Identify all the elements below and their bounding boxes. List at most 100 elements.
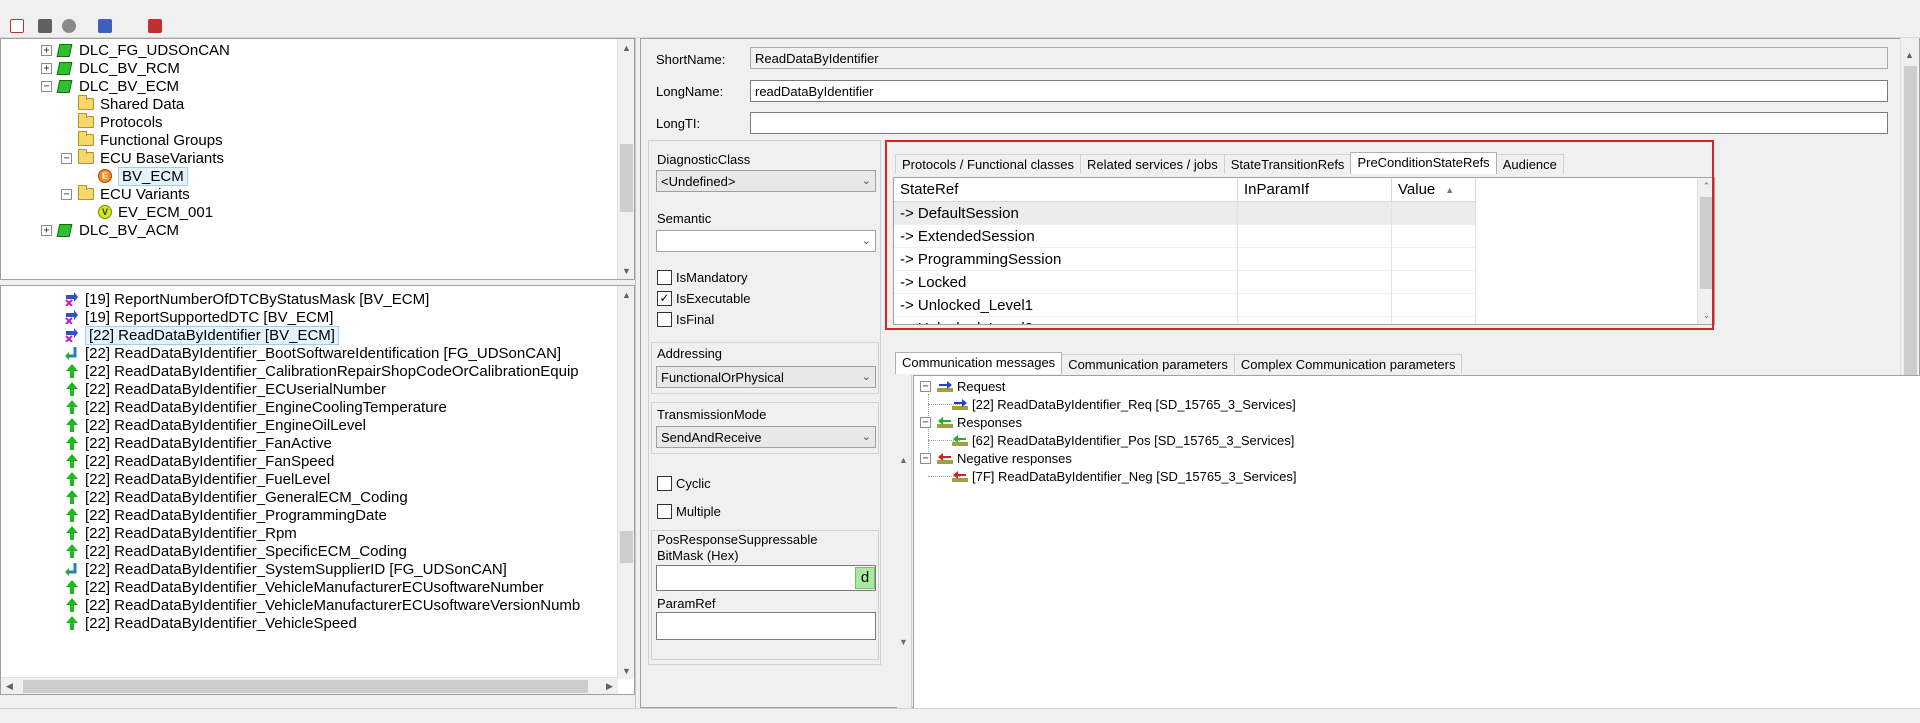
diagnostic-class-dropdown[interactable]: <Undefined> ⌄ bbox=[656, 170, 876, 192]
comm-splitter[interactable]: ▲ ▼ bbox=[897, 375, 912, 710]
checkbox-box[interactable] bbox=[657, 504, 672, 519]
table-cell[interactable]: -> ExtendedSession bbox=[894, 225, 1238, 248]
table-row[interactable]: -> DefaultSession bbox=[894, 202, 1476, 225]
table-cell[interactable] bbox=[1238, 202, 1392, 225]
table-row[interactable]: -> ProgrammingSession bbox=[894, 248, 1476, 271]
expand-toggle[interactable]: + bbox=[41, 224, 52, 236]
tab-audience[interactable]: Audience bbox=[1495, 154, 1564, 174]
table-cell[interactable] bbox=[1238, 248, 1392, 271]
is-final-checkbox[interactable]: IsFinal bbox=[657, 312, 714, 327]
database-icon[interactable] bbox=[60, 18, 78, 34]
tab-protocols-functional-classes[interactable]: Protocols / Functional classes bbox=[895, 154, 1081, 174]
column-header-stateref[interactable]: StateRef bbox=[894, 178, 1238, 202]
tab-related-services-jobs[interactable]: Related services / jobs bbox=[1079, 154, 1225, 174]
short-name-field[interactable]: ReadDataByIdentifier bbox=[750, 47, 1888, 69]
tab-statetransitionrefs[interactable]: StateTransitionRefs bbox=[1223, 154, 1352, 174]
transmission-mode-dropdown[interactable]: SendAndReceive ⌄ bbox=[656, 426, 876, 448]
odx-export-icon[interactable] bbox=[96, 18, 114, 34]
response-message-item[interactable]: [62] ReadDataByIdentifier_Pos [SD_15765_… bbox=[952, 431, 1294, 449]
table-cell[interactable]: -> Locked bbox=[894, 271, 1238, 294]
long-ti-field[interactable] bbox=[750, 112, 1888, 134]
request-message-item[interactable]: [22] ReadDataByIdentifier_Req [SD_15765_… bbox=[952, 395, 1296, 413]
service-list-hscrollbar-thumb[interactable] bbox=[23, 680, 588, 693]
list-item[interactable]: [22] ReadDataByIdentifier_VehicleSpeed bbox=[65, 612, 357, 634]
grid-scrollbar[interactable]: ⌃ ⌄ bbox=[1697, 178, 1714, 324]
scroll-up-icon[interactable]: ▲ bbox=[1901, 46, 1918, 63]
checkbox-box[interactable] bbox=[657, 270, 672, 285]
collapse-toggle[interactable]: − bbox=[41, 80, 52, 92]
request-node[interactable]: − Request bbox=[920, 377, 1005, 395]
collapse-toggle[interactable]: − bbox=[61, 188, 72, 200]
tab-communication-messages[interactable]: Communication messages bbox=[895, 352, 1063, 374]
checkbox-box[interactable]: ✓ bbox=[657, 291, 672, 306]
book-icon[interactable] bbox=[36, 18, 54, 34]
table-cell[interactable] bbox=[1392, 271, 1476, 294]
service-list-scrollbar[interactable]: ▲ ▼ bbox=[617, 286, 634, 679]
scroll-down-icon[interactable]: ⌄ bbox=[1698, 307, 1714, 324]
table-cell[interactable]: -> DefaultSession bbox=[894, 202, 1238, 225]
table-cell[interactable] bbox=[1392, 225, 1476, 248]
table-cell[interactable] bbox=[1392, 317, 1476, 324]
scroll-left-icon[interactable]: ◀ bbox=[1, 678, 18, 694]
tab-preconditionstaterefs[interactable]: PreConditionStateRefs bbox=[1350, 152, 1497, 174]
odx-import-icon[interactable] bbox=[146, 18, 164, 34]
precondition-state-grid[interactable]: StateRef InParamIf Value ▲ -> DefaultSess… bbox=[893, 177, 1715, 325]
service-list-hscrollbar[interactable]: ◀ ▶ bbox=[1, 677, 618, 694]
collapse-toggle[interactable]: − bbox=[920, 380, 931, 392]
scroll-right-icon[interactable]: ▶ bbox=[601, 678, 618, 694]
negative-responses-node[interactable]: − Negative responses bbox=[920, 449, 1072, 467]
table-cell[interactable] bbox=[1238, 294, 1392, 317]
report-icon[interactable] bbox=[8, 18, 26, 34]
scroll-up-icon[interactable]: ⌃ bbox=[1698, 178, 1714, 195]
collapse-toggle[interactable]: − bbox=[61, 152, 72, 164]
table-cell[interactable] bbox=[1238, 271, 1392, 294]
splitter-down-icon[interactable]: ▼ bbox=[899, 637, 908, 647]
tab-communication-parameters[interactable]: Communication parameters bbox=[1061, 354, 1235, 374]
tree-scrollbar[interactable]: ▲ ▼ bbox=[617, 39, 634, 279]
checkbox-box[interactable] bbox=[657, 312, 672, 327]
service-list[interactable]: [19] ReportNumberOfDTCByStatusMask [BV_E… bbox=[0, 285, 635, 695]
communication-messages-tree[interactable]: − Request [22] ReadDataByIdentifier_Req … bbox=[913, 375, 1920, 710]
tab-complex-communication-parameters[interactable]: Complex Communication parameters bbox=[1233, 354, 1463, 374]
table-cell[interactable]: -> Unlocked_Level2 bbox=[894, 317, 1238, 324]
grid-scrollbar-thumb[interactable] bbox=[1700, 197, 1713, 289]
table-cell[interactable] bbox=[1392, 294, 1476, 317]
is-executable-checkbox[interactable]: ✓ IsExecutable bbox=[657, 291, 750, 306]
negative-message-item[interactable]: [7F] ReadDataByIdentifier_Neg [SD_15765_… bbox=[952, 467, 1296, 485]
responses-node[interactable]: − Responses bbox=[920, 413, 1022, 431]
scroll-down-icon[interactable]: ▼ bbox=[618, 262, 634, 279]
scroll-down-icon[interactable]: ▼ bbox=[618, 662, 634, 679]
multiple-checkbox[interactable]: Multiple bbox=[657, 504, 721, 519]
scroll-up-icon[interactable]: ▲ bbox=[618, 286, 634, 303]
table-cell[interactable] bbox=[1392, 248, 1476, 271]
column-header-inparamif[interactable]: InParamIf bbox=[1238, 178, 1392, 202]
expand-toggle[interactable]: + bbox=[41, 62, 52, 74]
table-row[interactable]: -> Locked bbox=[894, 271, 1476, 294]
checkbox-box[interactable] bbox=[657, 476, 672, 491]
table-row[interactable]: -> ExtendedSession bbox=[894, 225, 1476, 248]
table-row[interactable]: -> Unlocked_Level1 bbox=[894, 294, 1476, 317]
bitmask-field[interactable] bbox=[656, 565, 876, 591]
table-cell[interactable] bbox=[1238, 317, 1392, 324]
cyclic-checkbox[interactable]: Cyclic bbox=[657, 476, 711, 491]
table-cell[interactable]: -> ProgrammingSession bbox=[894, 248, 1238, 271]
param-ref-field[interactable] bbox=[656, 612, 876, 640]
project-tree[interactable]: + DLC_FG_UDSOnCAN + DLC_BV_RCM − DLC_BV_ECM Sh… bbox=[0, 38, 635, 280]
splitter-up-icon[interactable]: ▲ bbox=[899, 455, 908, 465]
column-header-value[interactable]: Value ▲ bbox=[1392, 178, 1476, 202]
addressing-dropdown[interactable]: FunctionalOrPhysical ⌄ bbox=[656, 366, 876, 388]
service-list-scrollbar-thumb[interactable] bbox=[620, 531, 633, 563]
semantic-dropdown[interactable]: ⌄ bbox=[656, 230, 876, 252]
expand-toggle[interactable]: + bbox=[41, 44, 52, 56]
tree-scrollbar-thumb[interactable] bbox=[620, 144, 633, 212]
table-cell[interactable]: -> Unlocked_Level1 bbox=[894, 294, 1238, 317]
bitmask-edit-button[interactable]: d bbox=[855, 567, 875, 589]
long-name-field[interactable]: readDataByIdentifier bbox=[750, 80, 1888, 102]
scroll-up-icon[interactable]: ▲ bbox=[618, 39, 634, 56]
table-row[interactable]: -> Unlocked_Level2 bbox=[894, 317, 1476, 324]
collapse-toggle[interactable]: − bbox=[920, 416, 931, 428]
collapse-toggle[interactable]: − bbox=[920, 452, 931, 464]
table-cell[interactable] bbox=[1392, 202, 1476, 225]
table-cell[interactable] bbox=[1238, 225, 1392, 248]
tree-item[interactable]: + DLC_BV_ACM bbox=[41, 219, 179, 241]
